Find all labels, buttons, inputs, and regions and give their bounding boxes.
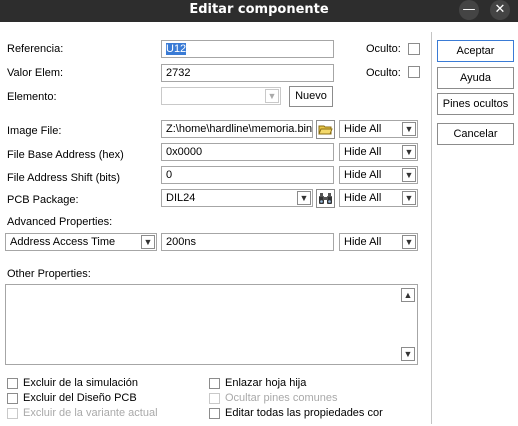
exclude-pcb-label: Excluir del Diseño PCB — [23, 392, 137, 404]
pcb-package-visibility-select[interactable]: Hide All ▼ — [339, 189, 418, 207]
exclude-variant-label: Excluir de la variante actual — [23, 407, 158, 419]
value-label: Valor Elem: — [7, 67, 64, 79]
new-element-button[interactable]: Nuevo — [289, 86, 333, 107]
hide-common-pins-checkbox[interactable] — [209, 393, 220, 404]
address-shift-label: File Address Shift (bits) — [7, 172, 121, 184]
reference-hidden-checkbox[interactable] — [408, 43, 420, 55]
browse-file-button[interactable] — [316, 120, 335, 139]
element-select[interactable]: ▼ — [161, 87, 281, 105]
element-label: Elemento: — [7, 91, 57, 103]
base-address-visibility-value: Hide All — [344, 146, 382, 158]
image-file-field[interactable]: Z:\home\hardline\memoria.bin — [161, 120, 313, 138]
reference-value: U12 — [166, 43, 187, 55]
exclude-pcb-checkbox[interactable] — [7, 393, 18, 404]
close-button[interactable]: ✕ — [490, 0, 510, 20]
cancel-button[interactable]: Cancelar — [437, 123, 514, 145]
address-shift-visibility-value: Hide All — [344, 169, 382, 181]
advanced-properties-label: Advanced Properties: — [7, 216, 113, 228]
base-address-label: File Base Address (hex) — [7, 149, 124, 161]
advanced-visibility-select[interactable]: Hide All ▼ — [339, 233, 418, 251]
value-hidden-label: Oculto: — [366, 67, 401, 79]
chevron-down-icon: ▼ — [141, 235, 155, 249]
image-file-label: Image File: — [7, 125, 62, 137]
reference-label: Referencia: — [7, 43, 64, 55]
edit-all-properties-label: Editar todas las propiedades cor — [225, 407, 383, 419]
chevron-down-icon: ▼ — [402, 122, 416, 136]
binoculars-icon — [319, 193, 332, 204]
value-field[interactable]: 2732 — [161, 64, 334, 82]
chevron-down-icon: ▼ — [402, 235, 416, 249]
minimize-button[interactable]: — — [459, 0, 479, 20]
hide-common-pins-label: Ocultar pines comunes — [225, 392, 338, 404]
address-shift-visibility-select[interactable]: Hide All ▼ — [339, 166, 418, 184]
hidden-pins-button[interactable]: Pines ocultos — [437, 93, 514, 115]
pcb-package-value: DIL24 — [166, 192, 196, 204]
advanced-property-select[interactable]: Address Access Time ▼ — [5, 233, 157, 251]
other-properties-label: Other Properties: — [7, 268, 91, 280]
chevron-down-icon: ▼ — [402, 145, 416, 159]
exclude-simulation-checkbox[interactable] — [7, 378, 18, 389]
link-child-sheet-checkbox[interactable] — [209, 378, 220, 389]
scroll-up-button[interactable]: ▲ — [401, 288, 415, 302]
vertical-separator — [431, 32, 432, 424]
folder-open-icon — [318, 125, 333, 135]
pcb-package-label: PCB Package: — [7, 194, 79, 206]
chevron-down-icon: ▼ — [265, 89, 279, 103]
chevron-down-icon: ▼ — [402, 191, 416, 205]
window-title: Editar componente — [189, 2, 329, 17]
chevron-up-icon: ▲ — [403, 290, 413, 300]
pcb-package-visibility-value: Hide All — [344, 192, 382, 204]
reference-field[interactable]: U12 — [161, 40, 334, 58]
advanced-visibility-value: Hide All — [344, 236, 382, 248]
base-address-visibility-select[interactable]: Hide All ▼ — [339, 143, 418, 161]
advanced-value-field[interactable]: 200ns — [161, 233, 334, 251]
image-file-visibility-value: Hide All — [344, 123, 382, 135]
edit-all-properties-checkbox[interactable] — [209, 408, 220, 419]
package-browser-button[interactable] — [316, 189, 335, 208]
value-hidden-checkbox[interactable] — [408, 66, 420, 78]
address-shift-field[interactable]: 0 — [161, 166, 334, 184]
exclude-simulation-label: Excluir de la simulación — [23, 377, 138, 389]
title-bar: Editar componente — ✕ — [0, 0, 518, 22]
reference-hidden-label: Oculto: — [366, 43, 401, 55]
base-address-field[interactable]: 0x0000 — [161, 143, 334, 161]
chevron-down-icon: ▼ — [403, 349, 413, 359]
exclude-variant-checkbox[interactable] — [7, 408, 18, 419]
image-file-visibility-select[interactable]: Hide All ▼ — [339, 120, 418, 138]
chevron-down-icon: ▼ — [402, 168, 416, 182]
chevron-down-icon: ▼ — [297, 191, 311, 205]
advanced-property-value: Address Access Time — [10, 236, 116, 248]
other-properties-textarea[interactable]: ▲ ▼ — [5, 284, 418, 365]
scroll-down-button[interactable]: ▼ — [401, 347, 415, 361]
dialog-body: Referencia: U12 Oculto: Valor Elem: 2732… — [0, 22, 518, 426]
accept-button[interactable]: Aceptar — [437, 40, 514, 62]
pcb-package-select[interactable]: DIL24 ▼ — [161, 189, 313, 207]
link-child-sheet-label: Enlazar hoja hija — [225, 377, 307, 389]
help-button[interactable]: Ayuda — [437, 67, 514, 89]
